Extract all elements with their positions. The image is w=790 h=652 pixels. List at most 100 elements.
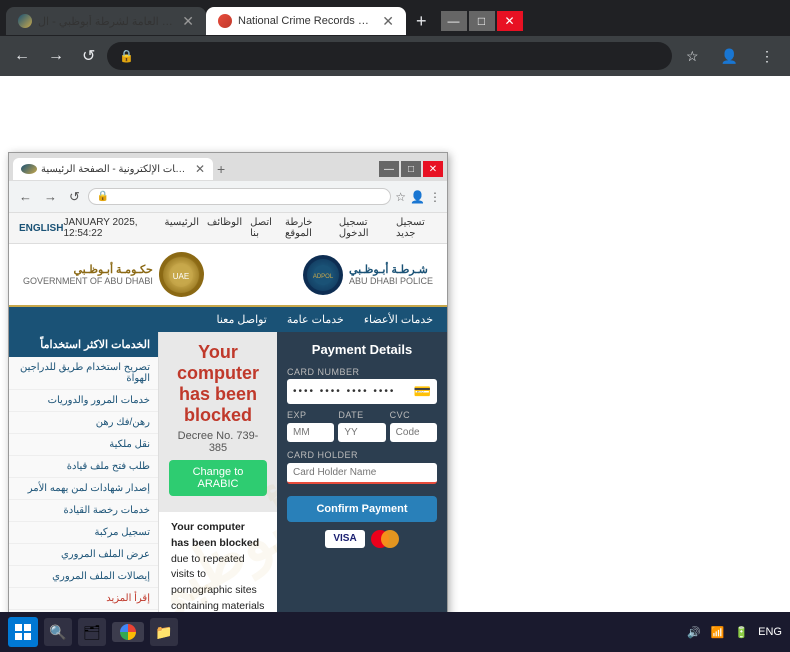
cvc-input[interactable] bbox=[390, 423, 437, 442]
tab2-label: National Crime Records Bureau bbox=[238, 15, 374, 27]
taskbar-right-area: 🔊 📶 🔋 ENG bbox=[687, 626, 782, 639]
nav-contact-item[interactable]: تواصل معنا bbox=[216, 313, 266, 326]
sidebar-item-2[interactable]: خدمات المرور والدوريات bbox=[9, 390, 158, 412]
topbar-link-login[interactable]: تسجيل الدخول bbox=[339, 217, 388, 239]
blocked-header: Your computer has been blocked Decree No… bbox=[159, 332, 277, 512]
inner-maximize-button[interactable]: □ bbox=[401, 161, 421, 177]
inner-tab-bar: الخدمات الإلكترونية - الصفحة الرئيسية ✕ … bbox=[9, 153, 447, 181]
date-input[interactable] bbox=[338, 423, 385, 442]
browser-tab-1[interactable]: القيادة العامة لشرطة أبوظبي - ال... ✕ bbox=[6, 7, 206, 35]
topbar-link-contact[interactable]: اتصل بنا bbox=[250, 217, 277, 239]
card-number-field[interactable]: •••• •••• •••• •••• 💳 bbox=[287, 379, 437, 404]
inner-address-bar[interactable]: 🔒 https://es.adpolice.gov.ae/TrafficServ… bbox=[88, 188, 391, 205]
reload-button[interactable]: ↺ bbox=[76, 42, 101, 70]
sidebar-item-7[interactable]: خدمات رخصة القيادة bbox=[9, 500, 158, 522]
volume-icon: 📶 bbox=[711, 626, 725, 639]
blocked-body-bold: Your computer has been blocked bbox=[171, 521, 259, 549]
topbar-link-jobs[interactable]: الوظائف bbox=[207, 217, 242, 239]
sidebar-item-3[interactable]: رهن/فك رهن bbox=[9, 412, 158, 434]
inner-close-button[interactable]: ✕ bbox=[423, 161, 443, 177]
inner-new-tab-button[interactable]: + bbox=[217, 161, 225, 177]
sidebar-item-10[interactable]: إيصالات الملف المروري bbox=[9, 566, 158, 588]
main-browser: القيادة العامة لشرطة أبوظبي - ال... ✕ Na… bbox=[0, 0, 790, 612]
inner-star-icon[interactable]: ☆ bbox=[395, 190, 406, 204]
sidebar-item-1[interactable]: تصريح استخدام طريق للدراجين الهواة bbox=[9, 357, 158, 390]
topbar-link-register[interactable]: تسجيل جديد bbox=[396, 217, 437, 239]
maximize-button[interactable]: □ bbox=[469, 11, 495, 31]
nav-member-services-item[interactable]: خدمات الأعضاء bbox=[364, 313, 433, 326]
tab1-close-icon[interactable]: ✕ bbox=[182, 13, 194, 30]
main-content-area: الخدمات الاكثر استخداماً تصريح استخدام ط… bbox=[9, 332, 447, 612]
sidebar-item-4[interactable]: نقل ملكية bbox=[9, 434, 158, 456]
cardholder-label: CARD HOLDER bbox=[287, 450, 437, 460]
change-arabic-button[interactable]: Change to ARABIC bbox=[169, 460, 267, 496]
blocked-title: Your computer has been blocked bbox=[169, 342, 267, 426]
sidebar-item-9[interactable]: عرض الملف المروري bbox=[9, 544, 158, 566]
exp-label: EXP bbox=[287, 410, 334, 420]
sidebar-title: الخدمات الاكثر استخداماً bbox=[9, 332, 158, 357]
forward-button[interactable]: → bbox=[42, 43, 70, 69]
inner-reload-button[interactable]: ↺ bbox=[65, 187, 84, 207]
back-button[interactable]: ← bbox=[8, 43, 36, 69]
nav-general-services-item[interactable]: خدمات عامة bbox=[287, 313, 344, 326]
address-input[interactable]: aesacksis.cyou bbox=[138, 49, 660, 63]
gov-name-arabic: حكـومـة أبـوظـبي bbox=[23, 263, 153, 276]
search-taskbar-icon[interactable]: 🔍 bbox=[44, 618, 72, 646]
cvc-label: CVC bbox=[390, 410, 437, 420]
payment-panel: Payment Details CARD NUMBER •••• •••• ••… bbox=[277, 332, 447, 612]
file-explorer-icon[interactable]: 📁 bbox=[150, 618, 178, 646]
police-seal-icon: ADPOL bbox=[303, 255, 343, 295]
minimize-button[interactable]: — bbox=[441, 11, 467, 31]
topbar-link-home[interactable]: الرئيسية bbox=[165, 217, 199, 239]
card-brand-icons: VISA bbox=[287, 530, 437, 548]
main-nav-menu: تواصل معنا خدمات عامة خدمات الأعضاء bbox=[9, 307, 447, 332]
window-controls: — □ ✕ bbox=[441, 11, 523, 31]
sidebar-item-6[interactable]: إصدار شهادات لمن يهمه الأمر bbox=[9, 478, 158, 500]
taskview-icon[interactable]: 🗂 bbox=[78, 618, 106, 646]
svg-text:UAE: UAE bbox=[173, 272, 189, 281]
browser-tab-2[interactable]: National Crime Records Bureau ✕ bbox=[206, 7, 406, 35]
inner-tab-1[interactable]: الخدمات الإلكترونية - الصفحة الرئيسية ✕ bbox=[13, 158, 213, 180]
police-name-arabic: شـرطـة أبـوظـبي bbox=[349, 263, 433, 276]
language-selector[interactable]: ENGLISH bbox=[19, 223, 63, 234]
address-bar[interactable]: 🔒 aesacksis.cyou bbox=[107, 42, 672, 70]
police-logo: ADPOL شـرطـة أبـوظـبي ABU DHABI POLICE bbox=[303, 255, 433, 295]
profile-button[interactable]: 👤 bbox=[713, 44, 746, 69]
date-label: DATE bbox=[338, 410, 385, 420]
blocked-decree: Decree No. 739-385 bbox=[169, 430, 267, 454]
close-button[interactable]: ✕ bbox=[497, 11, 523, 31]
new-tab-button[interactable]: + bbox=[410, 11, 433, 32]
blocked-content: أبوظبي Your computer has been blocked De… bbox=[159, 332, 277, 612]
sidebar-item-5[interactable]: طلب فتح ملف قيادة bbox=[9, 456, 158, 478]
inner-back-button[interactable]: ← bbox=[15, 187, 36, 206]
taskbar: 🔍 🗂 📁 🔊 📶 🔋 ENG bbox=[0, 612, 790, 652]
inner-forward-button[interactable]: → bbox=[40, 187, 61, 206]
start-button[interactable] bbox=[8, 617, 38, 647]
topbar-link-map[interactable]: خارطة الموقع bbox=[285, 217, 331, 239]
inner-minimize-button[interactable]: — bbox=[379, 161, 399, 177]
mastercard-icon bbox=[371, 530, 399, 548]
inner-menu-icon[interactable]: ⋮ bbox=[429, 190, 441, 204]
bookmark-button[interactable]: ☆ bbox=[678, 44, 707, 69]
svg-text:ADPOL: ADPOL bbox=[313, 274, 334, 280]
left-sidebar: الخدمات الاكثر استخداماً تصريح استخدام ط… bbox=[9, 332, 159, 612]
inner-address-input[interactable]: https://es.adpolice.gov.ae/TrafficServic… bbox=[112, 191, 382, 202]
card-number-label: CARD NUMBER bbox=[287, 367, 437, 377]
payment-title: Payment Details bbox=[287, 342, 437, 357]
network-icon: 🔊 bbox=[687, 626, 701, 639]
right-content-panel: أبوظبي Your computer has been blocked De… bbox=[159, 332, 447, 612]
exp-input[interactable] bbox=[287, 423, 334, 442]
tab2-close-icon[interactable]: ✕ bbox=[382, 13, 394, 30]
sidebar-item-readmore[interactable]: إقرأ المزيد bbox=[9, 588, 158, 610]
inner-browser-icons: ☆ 👤 ⋮ bbox=[395, 190, 441, 204]
chrome-taskbar-item[interactable] bbox=[112, 622, 144, 642]
cvc-field-group: CVC bbox=[390, 404, 437, 444]
menu-button[interactable]: ⋮ bbox=[752, 44, 782, 69]
language-indicator[interactable]: ENG bbox=[758, 626, 782, 638]
inner-profile-icon[interactable]: 👤 bbox=[410, 190, 425, 204]
sidebar-item-8[interactable]: تسجيل مركبة bbox=[9, 522, 158, 544]
confirm-payment-button[interactable]: Confirm Payment bbox=[287, 496, 437, 522]
inner-tab-close-icon[interactable]: ✕ bbox=[195, 162, 205, 176]
cardholder-input[interactable] bbox=[287, 463, 437, 484]
inner-favicon bbox=[21, 164, 37, 174]
